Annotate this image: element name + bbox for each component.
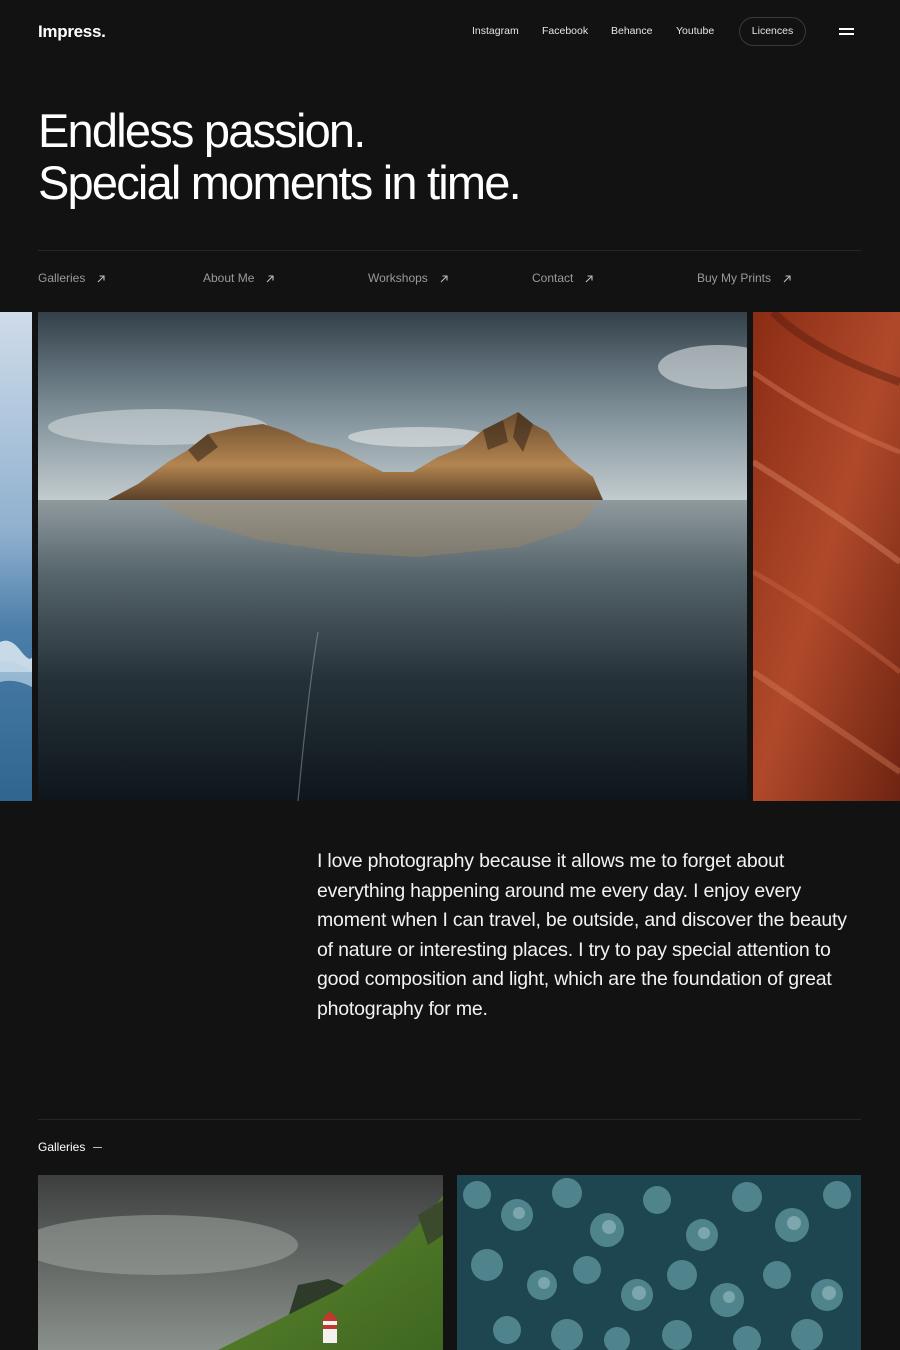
sublink-label: Buy My Prints <box>697 271 772 285</box>
divider <box>38 1119 861 1120</box>
nav-link-instagram[interactable]: Instagram <box>472 25 519 37</box>
galleries-label-text: Galleries <box>38 1140 86 1154</box>
licences-button[interactable]: Licences <box>739 17 806 46</box>
dash-icon <box>93 1147 103 1149</box>
hamburger-menu-icon[interactable] <box>839 27 854 36</box>
hero-line-2: Special moments in time. <box>38 156 522 209</box>
arrow-up-right-icon <box>97 275 105 283</box>
gallery-photo-lighthouse[interactable] <box>38 1175 443 1350</box>
nav-link-behance[interactable]: Behance <box>611 25 652 37</box>
sublink-galleries[interactable]: Galleries <box>38 271 105 285</box>
nav-link-youtube[interactable]: Youtube <box>676 25 714 37</box>
sublink-label: Workshops <box>368 271 428 285</box>
arrow-up-right-icon <box>585 275 593 283</box>
hero-title: Endless passion. Special moments in time… <box>38 104 522 209</box>
gallery-photo-forest[interactable] <box>457 1175 861 1350</box>
sublink-about-me[interactable]: About Me <box>203 271 274 285</box>
site-header: Impress. Instagram Facebook Behance Yout… <box>0 0 900 64</box>
divider <box>38 250 861 251</box>
sublink-label: Contact <box>532 271 574 285</box>
sublink-label: About Me <box>203 271 255 285</box>
sublink-buy-my-prints[interactable]: Buy My Prints <box>697 271 791 285</box>
arrow-up-right-icon <box>266 275 274 283</box>
carousel-photo-ocean[interactable] <box>0 312 32 801</box>
sublink-contact[interactable]: Contact <box>532 271 593 285</box>
sublink-label: Galleries <box>38 271 86 285</box>
hero-line-1: Endless passion. <box>38 104 366 157</box>
logo[interactable]: Impress. <box>38 22 106 42</box>
sublink-workshops[interactable]: Workshops <box>368 271 448 285</box>
carousel-photo-mountain[interactable] <box>38 312 747 801</box>
arrow-up-right-icon <box>440 275 448 283</box>
about-paragraph: I love photography because it allows me … <box>317 850 847 1020</box>
nav-link-facebook[interactable]: Facebook <box>542 25 588 37</box>
arrow-up-right-icon <box>783 275 791 283</box>
galleries-section-label: Galleries <box>38 1140 103 1154</box>
carousel-photo-canyon[interactable] <box>753 312 900 801</box>
